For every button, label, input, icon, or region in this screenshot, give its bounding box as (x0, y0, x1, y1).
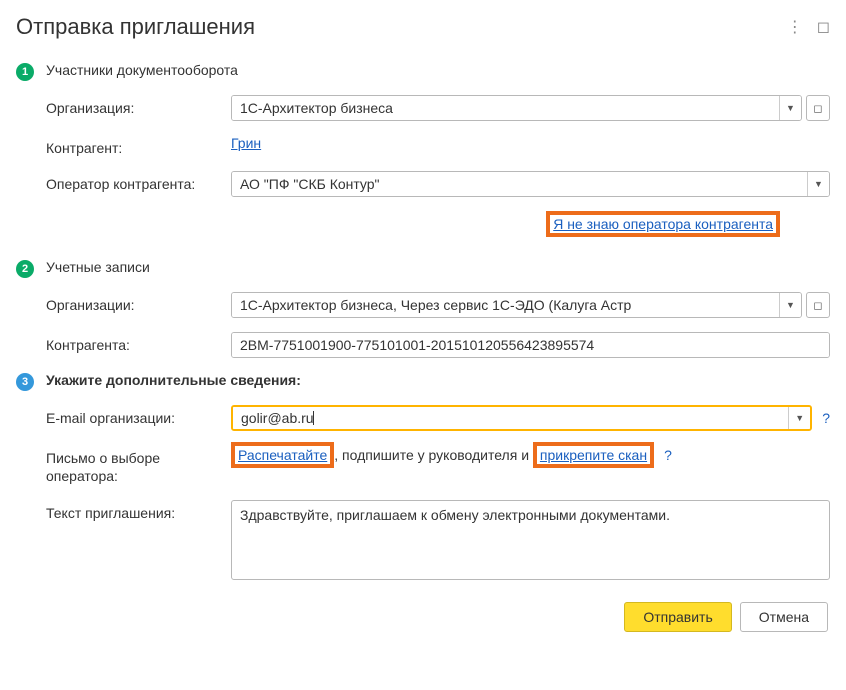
label-cp-operator: Оператор контрагента: (46, 171, 231, 193)
organization-input[interactable] (232, 96, 779, 120)
print-link[interactable]: Распечатайте (238, 447, 327, 463)
label-counterparty: Контрагент: (46, 135, 231, 157)
dropdown-icon[interactable]: ▼ (779, 293, 801, 317)
invite-text-textarea[interactable] (231, 500, 830, 580)
help-icon[interactable]: ? (664, 445, 672, 466)
step-badge-1: 1 (16, 63, 34, 81)
email-org-input[interactable]: golir@ab.ru (233, 407, 788, 429)
kebab-menu-icon[interactable]: ⋮ (787, 17, 803, 37)
open-external-button[interactable]: ◻ (806, 292, 830, 318)
cancel-button[interactable]: Отмена (740, 602, 828, 632)
cp-operator-input[interactable] (232, 172, 807, 196)
open-external-button[interactable]: ◻ (806, 95, 830, 121)
dropdown-icon[interactable]: ▼ (788, 407, 810, 429)
step-title-3: Укажите дополнительные сведения: (46, 372, 301, 388)
label-letter: Письмо о выборе оператора: (46, 445, 231, 485)
label-organization: Организация: (46, 95, 231, 117)
letter-middle-text: , подпишите у руководителя и (334, 447, 533, 463)
label-invite-text: Текст приглашения: (46, 500, 231, 522)
step-badge-2: 2 (16, 260, 34, 278)
counterparty-link[interactable]: Грин (231, 135, 261, 151)
cp-account-input[interactable] (232, 333, 829, 357)
step-title-1: Участники документооборота (46, 62, 238, 78)
label-orgs: Организации: (46, 292, 231, 314)
step-title-2: Учетные записи (46, 259, 150, 275)
attach-scan-link[interactable]: прикрепите скан (540, 447, 647, 463)
step-badge-3: 3 (16, 373, 34, 391)
help-icon[interactable]: ? (822, 410, 830, 426)
page-title: Отправка приглашения (16, 14, 255, 40)
label-cp-account: Контрагента: (46, 332, 231, 354)
send-button[interactable]: Отправить (624, 602, 731, 632)
unknown-operator-link[interactable]: Я не знаю оператора контрагента (553, 216, 773, 232)
orgs-input[interactable] (232, 293, 779, 317)
dropdown-icon[interactable]: ▼ (807, 172, 829, 196)
window-icon[interactable]: ◻ (817, 17, 830, 37)
label-email-org: E-mail организации: (46, 405, 231, 427)
dropdown-icon[interactable]: ▼ (779, 96, 801, 120)
